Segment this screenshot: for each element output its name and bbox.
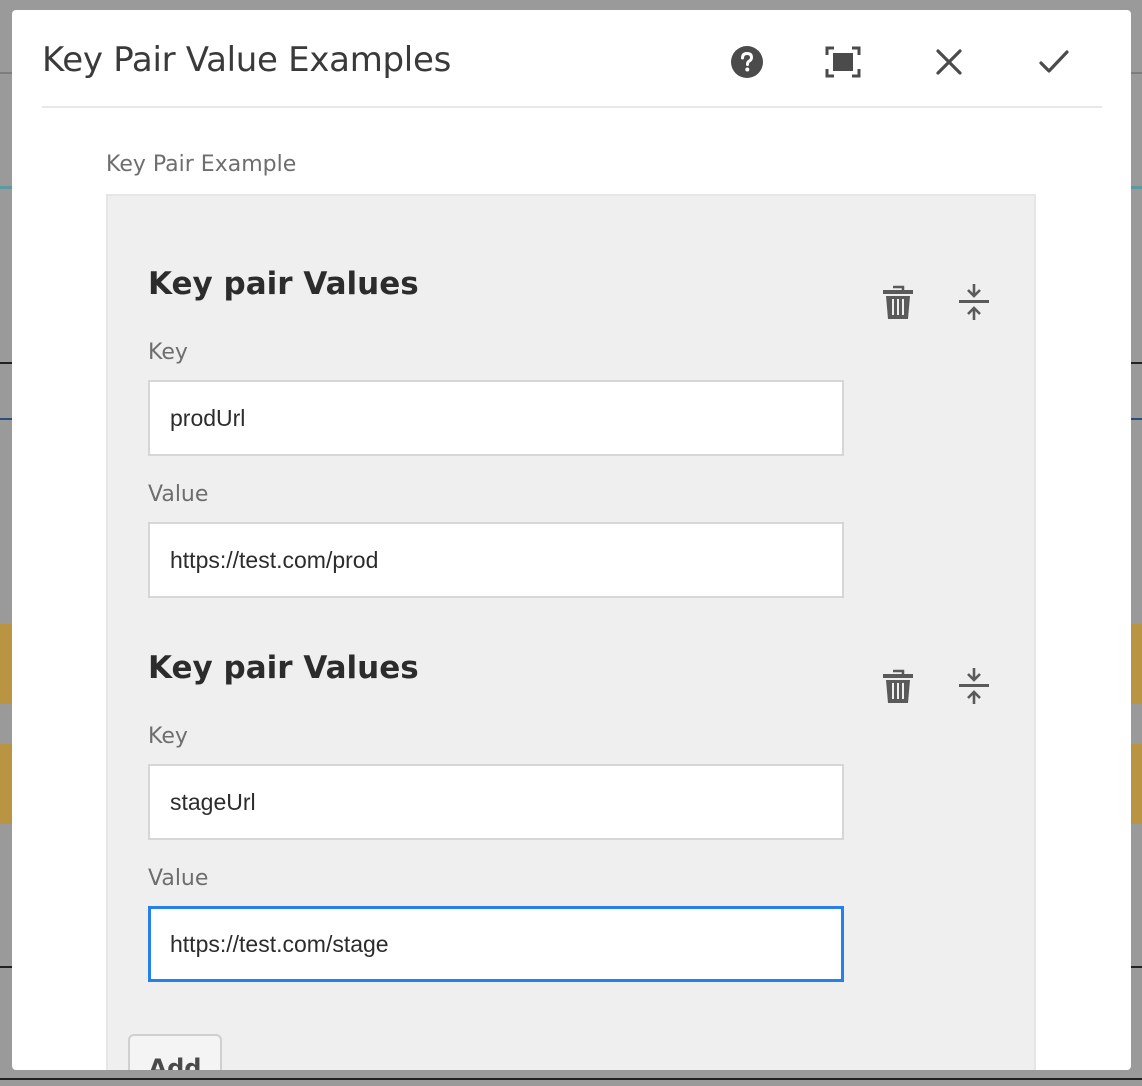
key-label: Key <box>148 340 188 365</box>
reorder-handle[interactable] <box>954 280 994 324</box>
item-title: Key pair Values <box>148 650 419 686</box>
field-label: Key Pair Example <box>106 152 297 177</box>
done-button[interactable] <box>1032 40 1076 84</box>
fullscreen-button[interactable] <box>821 40 865 84</box>
value-input[interactable] <box>148 522 844 598</box>
bg-divider <box>0 1078 1142 1080</box>
delete-item-button[interactable] <box>878 280 918 324</box>
dialog-header: Key Pair Value Examples <box>42 10 1102 108</box>
dialog: Key Pair Value Examples Key Pair Example… <box>12 10 1131 1070</box>
help-icon <box>731 46 763 78</box>
done-icon <box>1039 50 1069 73</box>
key-label: Key <box>148 724 188 749</box>
key-input[interactable] <box>148 764 844 840</box>
multifield-panel: Key pair Values Key Value <box>106 194 1036 1070</box>
reorder-icon <box>959 668 989 704</box>
item-title: Key pair Values <box>148 266 419 302</box>
reorder-handle[interactable] <box>954 664 994 708</box>
value-label: Value <box>148 482 209 507</box>
delete-item-button[interactable] <box>878 664 918 708</box>
close-icon <box>936 49 962 75</box>
add-button[interactable]: Add <box>128 1034 222 1070</box>
key-input[interactable] <box>148 380 844 456</box>
value-input[interactable] <box>148 906 844 982</box>
dialog-title: Key Pair Value Examples <box>42 40 451 80</box>
value-label: Value <box>148 866 209 891</box>
reorder-icon <box>959 284 989 320</box>
fullscreen-icon <box>825 46 861 78</box>
close-button[interactable] <box>927 40 971 84</box>
help-button[interactable] <box>725 40 769 84</box>
trash-icon <box>883 669 913 703</box>
trash-icon <box>883 285 913 319</box>
